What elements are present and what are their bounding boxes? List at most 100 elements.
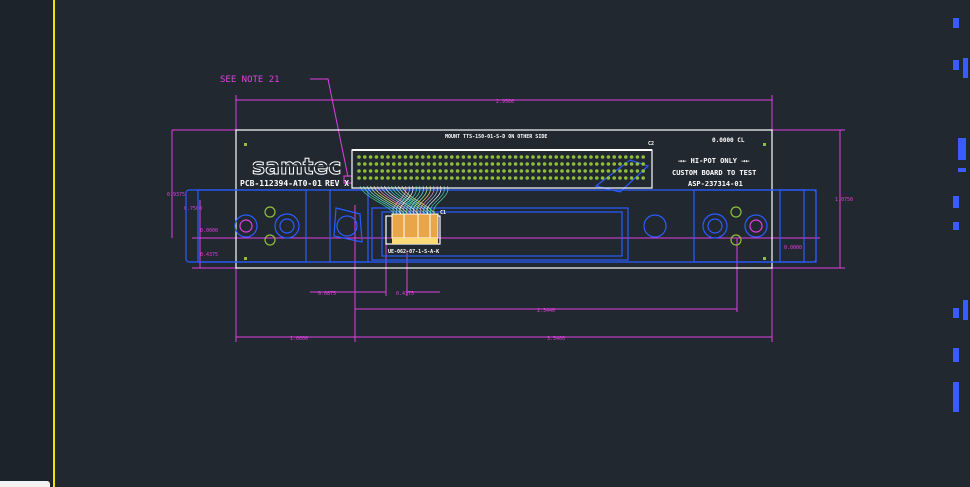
pad [392, 162, 396, 166]
pad [542, 176, 547, 180]
pad [571, 155, 576, 159]
pad [438, 155, 443, 159]
pad [583, 162, 587, 166]
pad [629, 169, 634, 173]
pad [415, 169, 419, 173]
pad [554, 162, 558, 166]
pad [409, 155, 414, 159]
pad [548, 162, 553, 166]
pad [554, 155, 558, 159]
custom-board-label: CUSTOM BOARD TO TEST [672, 169, 756, 177]
dim-bottom-left: 1.0000 [290, 336, 308, 342]
pad [484, 176, 489, 180]
pad [479, 176, 483, 180]
dim-left-small: 0.9375 [167, 192, 185, 198]
pad [496, 155, 501, 159]
pad [467, 155, 472, 159]
pad [490, 169, 495, 173]
pad [444, 176, 448, 180]
pad [368, 155, 373, 159]
pad [484, 162, 489, 166]
pad [502, 176, 506, 180]
pad [589, 169, 593, 173]
pad [479, 169, 483, 173]
pad [409, 162, 414, 166]
callout-note-text: SEE NOTE 21 [220, 75, 280, 85]
pad [386, 155, 390, 159]
pad [496, 162, 501, 166]
pad [583, 176, 587, 180]
pad [519, 155, 524, 159]
pad [560, 176, 564, 180]
rev-label: REV X [325, 179, 349, 188]
pad [624, 162, 628, 166]
pad [386, 169, 390, 173]
pad [519, 176, 524, 180]
connector-footprint [351, 149, 653, 189]
pad [513, 162, 518, 166]
pad [426, 169, 431, 173]
pad [479, 162, 483, 166]
pad [560, 162, 564, 166]
pad [618, 176, 622, 180]
pad [392, 169, 396, 173]
pad [403, 155, 408, 159]
pad [600, 169, 605, 173]
dim-left-b: 0.0000 [200, 228, 218, 234]
pad [525, 155, 529, 159]
pad [548, 176, 553, 180]
cad-canvas[interactable]: SEE NOTE 21 2.9500 1.0750 0.9375 0.7500 … [0, 0, 970, 487]
pad [635, 169, 640, 173]
pad [455, 176, 460, 180]
pad [612, 176, 616, 180]
pad [542, 162, 547, 166]
pad [583, 169, 587, 173]
pad [571, 169, 576, 173]
pad [455, 162, 460, 166]
pad [386, 162, 390, 166]
pad [629, 162, 634, 166]
pad [600, 176, 605, 180]
pad [421, 176, 425, 180]
pad [415, 176, 419, 180]
pad [606, 176, 611, 180]
pad [508, 162, 512, 166]
pad [624, 155, 628, 159]
pad [513, 155, 518, 159]
pad [635, 162, 640, 166]
pad [473, 169, 477, 173]
pad [380, 169, 385, 173]
pad [508, 169, 512, 173]
samtec-logo: samtec [252, 155, 342, 181]
pad [641, 176, 645, 180]
pad [554, 169, 558, 173]
part-label: PCB-112394-AT0-01 [240, 179, 322, 188]
vertical-guides [235, 205, 773, 342]
pad [357, 155, 361, 159]
logo-text: samtec [252, 155, 341, 180]
pad [525, 169, 529, 173]
dim-bottom-mid: 2.3440 [537, 308, 555, 314]
pad [403, 169, 408, 173]
pad [444, 162, 448, 166]
pad [635, 176, 640, 180]
pad [363, 169, 367, 173]
pad [618, 169, 622, 173]
pad [566, 155, 570, 159]
pad [542, 169, 547, 173]
pad [560, 169, 564, 173]
pad [606, 169, 611, 173]
pad [519, 169, 524, 173]
pad [635, 155, 640, 159]
pad [537, 155, 541, 159]
bottom-dimensions: 0.0875 0.4375 2.3440 1.0000 3.5400 [236, 291, 772, 342]
pad [432, 169, 437, 173]
pad [595, 169, 599, 173]
pad [490, 176, 495, 180]
pad [363, 176, 367, 180]
pad [577, 176, 582, 180]
pad [600, 155, 605, 159]
pad [537, 169, 541, 173]
pad [444, 169, 448, 173]
pad [479, 155, 483, 159]
